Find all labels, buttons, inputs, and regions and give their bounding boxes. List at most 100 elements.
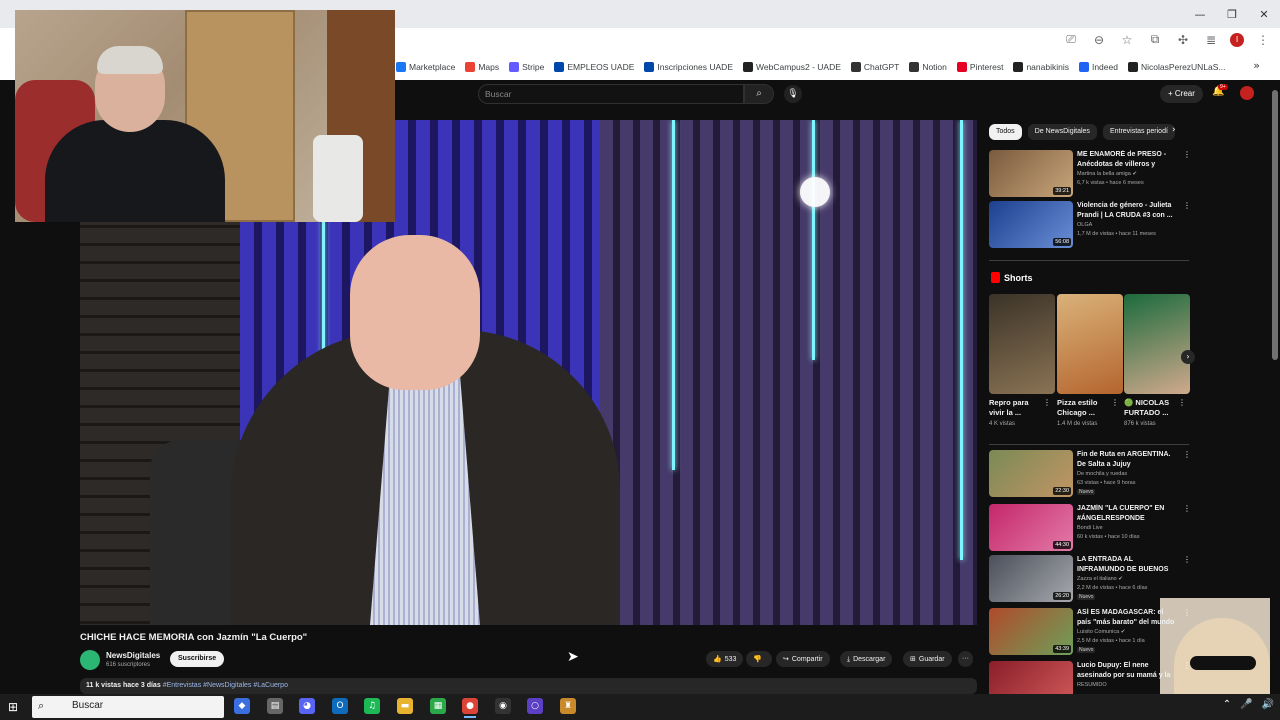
close-button[interactable]: ✕ (1248, 0, 1280, 28)
video-title-link[interactable]: ASÍ ES MADAGASCAR: el país "más barato" … (1077, 608, 1175, 627)
chrome-icon[interactable]: ● (462, 698, 478, 714)
page-scrollbar[interactable] (1270, 80, 1280, 695)
bookmark-item[interactable]: Inscripciones UADE (644, 62, 733, 72)
bookmark-item[interactable]: Stripe (509, 62, 544, 72)
chevron-right-icon[interactable]: › (1172, 125, 1176, 135)
video-thumbnail[interactable]: 44:30 (989, 504, 1073, 551)
channel-name[interactable]: De mochila y ruedas (1077, 471, 1127, 477)
short-thumbnail[interactable] (989, 294, 1055, 394)
video-title-link[interactable]: ME ENAMORÉ de PRESO - Anécdotas de ville… (1077, 150, 1175, 169)
windows-start-icon[interactable]: ⊞ (8, 700, 18, 714)
more-options-icon[interactable]: ⋮ (1183, 555, 1191, 564)
bookmark-item[interactable]: nanabikinis (1013, 62, 1069, 72)
video-thumbnail[interactable]: 39:21 (989, 150, 1073, 197)
video-title-link[interactable]: JAZMÍN "LA CUERPO" EN #ÁNGELRESPONDE (1077, 504, 1175, 523)
save-button[interactable]: ⊞ Guardar (903, 651, 952, 667)
short-title[interactable]: Repro para vivir la ... (989, 398, 1045, 418)
download-button[interactable]: ⤓ Descargar (840, 651, 893, 667)
create-button[interactable]: + Crear (1160, 85, 1203, 103)
outlook-icon[interactable]: O (332, 698, 348, 714)
video-thumbnail[interactable]: 22:30 (989, 450, 1073, 497)
short-thumbnail[interactable] (1124, 294, 1190, 394)
microphone-icon[interactable]: 🎤 (1240, 699, 1252, 710)
spotify-icon[interactable]: ♫ (364, 698, 380, 714)
bookmark-item[interactable]: Pinterest (956, 62, 1003, 72)
zoom-icon[interactable]: ⊖ (1090, 33, 1108, 47)
recommended-video[interactable]: 26:20 LA ENTRADA AL INFRAMUNDO DE BUENOS … (989, 555, 1191, 603)
bookmarks-overflow-icon[interactable]: » (1253, 59, 1260, 72)
bookmark-item[interactable]: WebCampus2 - UADE (743, 62, 841, 72)
recommended-video[interactable]: 44:30 JAZMÍN "LA CUERPO" EN #ÁNGELRESPOND… (989, 504, 1191, 552)
short-item[interactable]: Pizza estilo Chicago ... 1.4 M de vistas ⋮ (1057, 294, 1123, 434)
more-actions-button[interactable]: ··· (958, 651, 973, 667)
more-options-icon[interactable]: ⋮ (1183, 608, 1191, 617)
obs-icon[interactable]: ◉ (495, 698, 511, 714)
more-options-icon[interactable]: ⋮ (1043, 398, 1051, 407)
bookmark-item[interactable]: NicolasPerezUNLaS... (1127, 62, 1226, 72)
channel-name[interactable]: Bondi Live (1077, 525, 1103, 531)
scrollbar-thumb[interactable] (1272, 90, 1278, 360)
reading-list-icon[interactable]: ≣ (1202, 33, 1220, 47)
maximize-button[interactable]: ❐ (1216, 0, 1248, 28)
recommended-video[interactable]: 56:08 Violencia de género - Julieta Prand… (989, 201, 1191, 249)
recommended-video[interactable]: 43:39 ASÍ ES MADAGASCAR: el país "más bar… (989, 608, 1191, 656)
short-thumbnail[interactable] (1057, 294, 1123, 394)
discord-icon[interactable]: ◕ (299, 698, 315, 714)
explorer-files-icon[interactable]: ▤ (267, 698, 283, 714)
bookmark-item[interactable]: ChatGPT (850, 62, 899, 72)
filter-chip[interactable]: De NewsDigitales (1027, 124, 1097, 140)
recommended-video[interactable]: 39:21 ME ENAMORÉ de PRESO - Anécdotas de … (989, 150, 1191, 198)
cast-icon[interactable]: ⎚ (1062, 32, 1080, 47)
more-options-icon[interactable]: ⋮ (1111, 398, 1119, 407)
subscribe-button[interactable]: Suscribirse (170, 651, 225, 667)
minimize-button[interactable]: — (1184, 0, 1216, 28)
channel-name[interactable]: RESUMIDO (1077, 682, 1107, 688)
like-button[interactable]: 👍 533 (706, 651, 744, 667)
video-thumbnail[interactable]: 26:20 (989, 555, 1073, 602)
bookmark-item[interactable]: Maps (465, 62, 499, 72)
menu-icon[interactable]: ⋮ (1254, 33, 1272, 47)
profile-avatar[interactable]: I (1230, 32, 1244, 47)
bookmark-star-icon[interactable]: ☆ (1118, 33, 1136, 47)
app-circle-icon[interactable]: ○ (527, 698, 543, 714)
account-avatar[interactable] (1240, 86, 1254, 100)
short-item[interactable]: 🟢 NICOLAS FURTADO ... 876 k vistas ⋮ (1124, 294, 1190, 434)
bookmark-item[interactable]: Marketplace (396, 62, 455, 72)
share-button[interactable]: ↪ Compartir (776, 651, 830, 667)
volume-icon[interactable]: 🔊 (1262, 699, 1274, 710)
dislike-button[interactable]: 👎 (746, 651, 772, 667)
folder-icon[interactable]: ▬ (397, 698, 413, 714)
microphone-icon[interactable]: 🎙 (784, 85, 802, 103)
puzzle-icon[interactable]: ✣ (1174, 33, 1192, 47)
description-box[interactable]: 11 k vistas hace 3 días #Entrevistas #Ne… (80, 678, 977, 694)
more-options-icon[interactable]: ⋮ (1178, 398, 1186, 407)
more-options-icon[interactable]: ⋮ (1183, 504, 1191, 513)
calculator-icon[interactable]: ▦ (430, 698, 446, 714)
filter-chip[interactable]: Entrevistas periodí (1102, 124, 1175, 140)
bookmark-item[interactable]: Notion (909, 62, 947, 72)
app-tool-icon[interactable]: ♜ (560, 698, 576, 714)
more-options-icon[interactable]: ⋮ (1183, 450, 1191, 459)
video-title-link[interactable]: Lucio Dupuy: El nene asesinado por su ma… (1077, 661, 1175, 680)
shorts-next-icon[interactable]: › (1181, 350, 1195, 364)
short-title[interactable]: Pizza estilo Chicago ... (1057, 398, 1113, 418)
more-options-icon[interactable]: ⋮ (1183, 150, 1191, 159)
search-icon[interactable]: ⌕ (744, 84, 774, 104)
video-title-link[interactable]: Violencia de género - Julieta Prandi | L… (1077, 201, 1175, 220)
video-title-link[interactable]: Fin de Ruta en ARGENTINA. De Salta a Juj… (1077, 450, 1175, 469)
channel-name[interactable]: Luisito Comunica ✔ (1077, 629, 1125, 635)
extension-icon[interactable]: ⧉ (1146, 32, 1164, 47)
channel-name[interactable]: OLGA (1077, 222, 1092, 228)
recommended-video[interactable]: 22:30 Fin de Ruta en ARGENTINA. De Salta … (989, 450, 1191, 498)
hashtags[interactable]: #Entrevistas #NewsDigitales #LaCuerpo (163, 682, 288, 689)
short-item[interactable]: Repro para vivir la ... 4 K vistas ⋮ (989, 294, 1055, 434)
taskbar-search-input[interactable]: Buscar (32, 696, 224, 718)
channel-name[interactable]: NewsDigitales (106, 651, 160, 660)
search-input[interactable]: Buscar (478, 84, 744, 104)
channel-avatar[interactable] (80, 650, 100, 670)
short-title[interactable]: 🟢 NICOLAS FURTADO ... (1124, 398, 1180, 418)
channel-name[interactable]: Zazza el italiano ✔ (1077, 576, 1123, 582)
video-thumbnail[interactable]: 56:08 (989, 201, 1073, 248)
bookmark-item[interactable]: EMPLEOS UADE (554, 62, 634, 72)
channel-name[interactable]: Martina la bella amiga ✔ (1077, 171, 1137, 177)
